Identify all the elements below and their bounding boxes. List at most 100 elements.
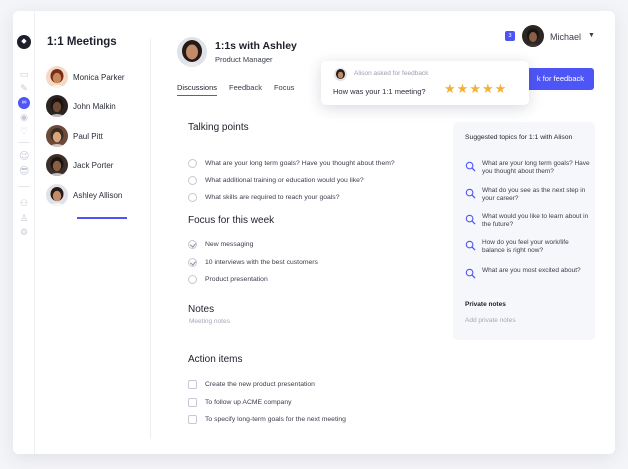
radio-circle-icon[interactable]	[188, 158, 197, 168]
app-logo-icon[interactable]: ◆	[17, 35, 31, 49]
checkbox[interactable]	[188, 414, 197, 424]
talking-points-title: Talking points	[188, 122, 249, 133]
sidebar-item-label: Jack Porter	[73, 160, 114, 170]
suggested-topic-text: What would you like to learn about in th…	[482, 213, 589, 228]
action-item-text: Create the new product presentation	[205, 380, 315, 388]
pen-icon[interactable]: ✎	[19, 83, 29, 93]
check-circle-icon[interactable]	[188, 239, 197, 249]
radio-circle-icon[interactable]	[188, 175, 197, 185]
checkbox[interactable]	[188, 379, 197, 389]
suggested-topic-item[interactable]: What do you see as the next step in your…	[465, 187, 591, 203]
popover-meta: Alison asked for feedback	[354, 70, 429, 77]
meeting-notes-input[interactable]: Meeting notes	[189, 318, 230, 325]
suggested-topic-item[interactable]: How do you feel your work/life balance i…	[465, 239, 591, 255]
search-topic-icon	[465, 161, 476, 172]
star-icon[interactable]: ★	[457, 82, 469, 96]
star-icon[interactable]: ★	[482, 82, 494, 96]
focus-title: Focus for this week	[188, 215, 275, 226]
search-topic-icon	[465, 188, 476, 199]
meetings-title: 1:1 Meetings	[47, 36, 117, 48]
star-icon[interactable]: ★	[469, 82, 481, 96]
checkbox[interactable]	[188, 397, 197, 407]
cool-emoji-icon[interactable]: 😎	[19, 167, 29, 177]
popover-question: How was your 1:1 meeting?	[333, 87, 426, 96]
search-topic-icon	[465, 240, 476, 251]
avatar	[46, 125, 68, 147]
star-icon[interactable]: ★	[495, 82, 507, 96]
suggested-topic-item[interactable]: What are you most excited about?	[465, 267, 591, 279]
sidebar-item-person[interactable]: John Malkin	[46, 94, 150, 118]
action-item-text: To specify long-term goals for the next …	[205, 415, 346, 423]
rail-divider	[18, 142, 30, 143]
tab-feedback[interactable]: Feedback	[229, 83, 262, 96]
action-item[interactable]: Create the new product presentation	[188, 378, 315, 390]
avatar	[46, 95, 68, 117]
check-circle-icon[interactable]	[188, 257, 197, 267]
sidebar-item-label: Ashley Allison	[73, 190, 123, 200]
popover-avatar	[334, 68, 347, 81]
chevron-down-icon[interactable]: ▼	[588, 32, 595, 39]
action-item[interactable]: To follow up ACME company	[188, 396, 292, 408]
talking-point-item[interactable]: What skills are required to reach your g…	[188, 191, 340, 203]
feedback-popover: Alison asked for feedback How was your 1…	[321, 61, 529, 105]
monitor-icon[interactable]: ▭	[19, 69, 29, 79]
suggested-topic-text: What are you most excited about?	[482, 267, 581, 274]
tab-discussions[interactable]: Discussions	[177, 83, 218, 96]
icon-rail: ◆ ▭ ✎ ∞ ◉ ♡ 😉 😎 ⚇ ♙ ⚙	[13, 11, 35, 454]
user-icon[interactable]: ♙	[19, 213, 29, 223]
location-icon[interactable]: ◉	[19, 112, 29, 122]
sidebar-item-person[interactable]: Jack Porter	[46, 153, 150, 177]
avatar[interactable]	[522, 25, 544, 47]
page-title: 1:1s with Ashley	[215, 40, 297, 52]
focus-item[interactable]: New messaging	[188, 238, 253, 250]
sidebar-item-person[interactable]: Paul Pitt	[46, 124, 150, 148]
radio-circle-icon[interactable]	[188, 192, 197, 202]
wink-emoji-icon[interactable]: 😉	[19, 152, 29, 162]
focus-item-text: New messaging	[205, 240, 254, 248]
avatar	[46, 66, 68, 88]
list-divider	[150, 39, 151, 439]
app-window: ◆ ▭ ✎ ∞ ◉ ♡ 😉 😎 ⚇ ♙ ⚙ 1:1 Meetings Monic…	[13, 11, 615, 454]
meetings-list: 1:1 Meetings Monica Parker John Malkin Pau…	[35, 11, 153, 454]
sidebar-item-label: John Malkin	[73, 101, 116, 111]
search-topic-icon	[465, 268, 476, 279]
private-notes-input[interactable]: Add private notes	[465, 317, 516, 324]
focus-item-text: Product presentation	[205, 275, 268, 283]
avatar	[46, 154, 68, 176]
talking-point-text: What are your long term goals? Have you …	[205, 159, 395, 167]
suggested-topic-item[interactable]: What would you like to learn about in th…	[465, 213, 591, 229]
sidebar-item-person[interactable]: Monica Parker	[46, 65, 150, 89]
talking-point-text: What additional training or education wo…	[205, 176, 364, 184]
suggested-topics-panel: Suggested topics for 1:1 with Alison Wha…	[453, 122, 595, 340]
focus-item[interactable]: Product presentation	[188, 273, 268, 285]
header-avatar	[177, 37, 207, 67]
suggested-topics-title: Suggested topics for 1:1 with Alison	[465, 134, 573, 141]
talking-point-item[interactable]: What are your long term goals? Have you …	[188, 157, 395, 169]
org-chart-icon[interactable]: ⚇	[19, 198, 29, 208]
action-items-title: Action items	[188, 354, 243, 365]
settings-icon[interactable]: ⚙	[19, 227, 29, 237]
suggested-topic-text: How do you feel your work/life balance i…	[482, 239, 569, 254]
sidebar-item-person[interactable]: Ashley Allison	[46, 183, 150, 207]
search-topic-icon	[465, 214, 476, 225]
action-item[interactable]: To specify long-term goals for the next …	[188, 413, 346, 425]
heart-icon[interactable]: ♡	[19, 126, 29, 136]
focus-item[interactable]: 10 interviews with the best customers	[188, 256, 318, 268]
user-name[interactable]: Michael	[550, 32, 581, 42]
page-subtitle: Product Manager	[215, 55, 273, 64]
meetings-icon[interactable]: ∞	[18, 97, 30, 109]
check-circle-icon[interactable]	[188, 274, 197, 284]
star-icon[interactable]: ★	[444, 82, 456, 96]
suggested-topic-item[interactable]: What are your long term goals? Have you …	[465, 160, 591, 176]
notes-title: Notes	[188, 304, 215, 315]
star-rating[interactable]: ★ ★ ★ ★ ★	[444, 82, 506, 96]
action-item-text: To follow up ACME company	[205, 398, 292, 406]
suggested-topic-text: What do you see as the next step in your…	[482, 187, 586, 202]
private-notes-title: Private notes	[465, 301, 506, 308]
rail-divider	[18, 186, 30, 187]
focus-item-text: 10 interviews with the best customers	[205, 258, 318, 266]
tab-focus[interactable]: Focus	[274, 83, 294, 96]
notification-badge[interactable]: 3	[505, 31, 515, 41]
talking-point-item[interactable]: What additional training or education wo…	[188, 174, 364, 186]
suggested-topic-text: What are your long term goals? Have you …	[482, 160, 590, 175]
